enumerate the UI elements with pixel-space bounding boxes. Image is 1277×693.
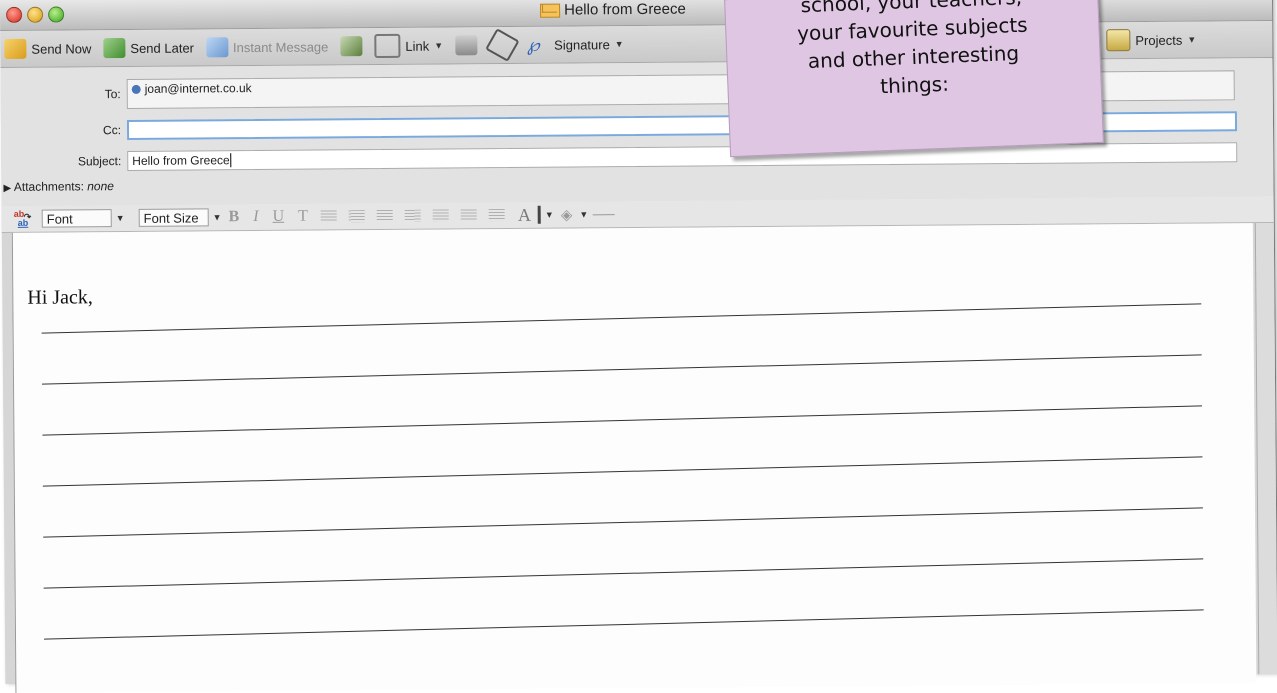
paint-bucket-icon[interactable]: ◈ bbox=[561, 205, 573, 224]
minimize-button[interactable] bbox=[27, 6, 44, 23]
subject-label: Subject: bbox=[77, 154, 122, 169]
window-title: Hello from Greece bbox=[540, 1, 686, 19]
chevron-down-icon: ▼ bbox=[434, 40, 444, 51]
outdent-icon[interactable] bbox=[460, 209, 477, 222]
send-later-button[interactable]: Send Later bbox=[103, 37, 195, 59]
writing-line bbox=[42, 354, 1202, 385]
align-center-icon[interactable] bbox=[348, 210, 365, 223]
instant-message-label: Instant Message bbox=[232, 38, 329, 55]
greeting-text: Hi Jack, bbox=[27, 286, 93, 309]
attachments-value: none bbox=[87, 179, 114, 194]
chevron-down-icon[interactable]: ▼ bbox=[579, 209, 588, 219]
chevron-down-icon[interactable]: ▼ bbox=[545, 210, 554, 220]
window-title-text: Hello from Greece bbox=[564, 0, 686, 19]
disclosure-triangle-icon[interactable]: ▶ bbox=[3, 183, 11, 194]
font-size-select[interactable]: Font Size bbox=[138, 208, 209, 227]
italic-button[interactable]: I bbox=[253, 208, 258, 226]
indent-icon[interactable] bbox=[488, 209, 505, 222]
signature-button[interactable]: ℘ Signature ▼ bbox=[527, 34, 624, 55]
subject-field[interactable]: Hello from Greece bbox=[127, 142, 1238, 172]
projects-button[interactable]: Projects ▼ bbox=[1106, 29, 1196, 52]
clock-icon bbox=[103, 38, 126, 59]
send-later-label: Send Later bbox=[130, 39, 195, 56]
delete-button[interactable] bbox=[455, 35, 478, 56]
window-controls bbox=[6, 6, 65, 23]
underline-button[interactable]: U bbox=[272, 208, 284, 226]
subject-row: Subject: Hello from Greece bbox=[1, 142, 1238, 172]
spellcheck-icon[interactable]: ab ↷ ab bbox=[14, 209, 34, 229]
chevron-down-icon: ▼ bbox=[614, 39, 624, 50]
close-button[interactable] bbox=[6, 6, 23, 23]
text-cursor bbox=[230, 153, 232, 168]
person-icon bbox=[205, 37, 229, 58]
to-address[interactable]: joan@internet.co.uk bbox=[145, 81, 252, 96]
chevron-down-icon[interactable]: ▼ bbox=[213, 212, 222, 222]
text-color-swatch bbox=[537, 205, 541, 224]
folder-icon bbox=[1106, 29, 1131, 52]
envelope-icon bbox=[540, 3, 561, 18]
vertical-scrollbar[interactable] bbox=[1254, 223, 1277, 675]
bulleted-list-icon[interactable] bbox=[432, 209, 449, 222]
save-icon bbox=[340, 36, 363, 57]
numbered-list-icon[interactable] bbox=[404, 209, 421, 222]
sticky-note-text: school, your teachers, your favourite sub… bbox=[725, 0, 1101, 106]
save-draft-button[interactable] bbox=[340, 36, 363, 57]
instant-message-button[interactable]: Instant Message bbox=[205, 36, 329, 58]
font-select[interactable]: Font bbox=[41, 209, 112, 228]
message-body[interactable]: Hi Jack, bbox=[11, 223, 1257, 693]
attach-button[interactable] bbox=[484, 28, 520, 62]
zoom-button[interactable] bbox=[48, 6, 65, 23]
to-label: To: bbox=[104, 87, 121, 102]
cc-label: Cc: bbox=[102, 123, 122, 138]
writing-line bbox=[42, 405, 1203, 436]
font-size-label: Font Size bbox=[143, 209, 199, 226]
link-icon bbox=[374, 33, 401, 59]
chevron-down-icon[interactable]: ▼ bbox=[116, 213, 125, 223]
paperclip-icon bbox=[484, 28, 520, 62]
signature-label: Signature bbox=[554, 36, 610, 53]
chevron-down-icon: ▼ bbox=[1187, 34, 1197, 45]
send-now-icon bbox=[4, 38, 27, 59]
align-left-icon[interactable] bbox=[320, 210, 337, 223]
writing-line bbox=[41, 303, 1202, 334]
attachments-label: Attachments: bbox=[13, 179, 84, 194]
text-style-button[interactable]: T bbox=[298, 208, 308, 226]
font-select-label: Font bbox=[46, 210, 73, 227]
signature-icon: ℘ bbox=[527, 34, 540, 55]
subject-value[interactable]: Hello from Greece bbox=[132, 153, 229, 168]
attachments-row[interactable]: ▶ Attachments: none bbox=[3, 179, 114, 194]
link-label: Link bbox=[405, 38, 430, 54]
projects-label: Projects bbox=[1135, 32, 1183, 48]
bold-button[interactable]: B bbox=[228, 208, 239, 226]
send-now-button[interactable]: Send Now bbox=[4, 38, 91, 59]
link-button[interactable]: Link ▼ bbox=[374, 33, 444, 59]
align-right-icon[interactable] bbox=[376, 209, 393, 223]
horizontal-rule-icon[interactable] bbox=[592, 213, 615, 215]
text-color-icon[interactable]: A bbox=[518, 204, 531, 225]
writing-line bbox=[43, 507, 1203, 538]
send-now-label: Send Now bbox=[31, 40, 92, 57]
writing-line bbox=[43, 558, 1204, 589]
writing-line bbox=[44, 609, 1204, 640]
sticky-note: school, your teachers, your favourite sub… bbox=[724, 0, 1104, 158]
writing-line bbox=[42, 456, 1203, 487]
trash-icon bbox=[455, 35, 478, 56]
contact-icon bbox=[131, 84, 141, 94]
